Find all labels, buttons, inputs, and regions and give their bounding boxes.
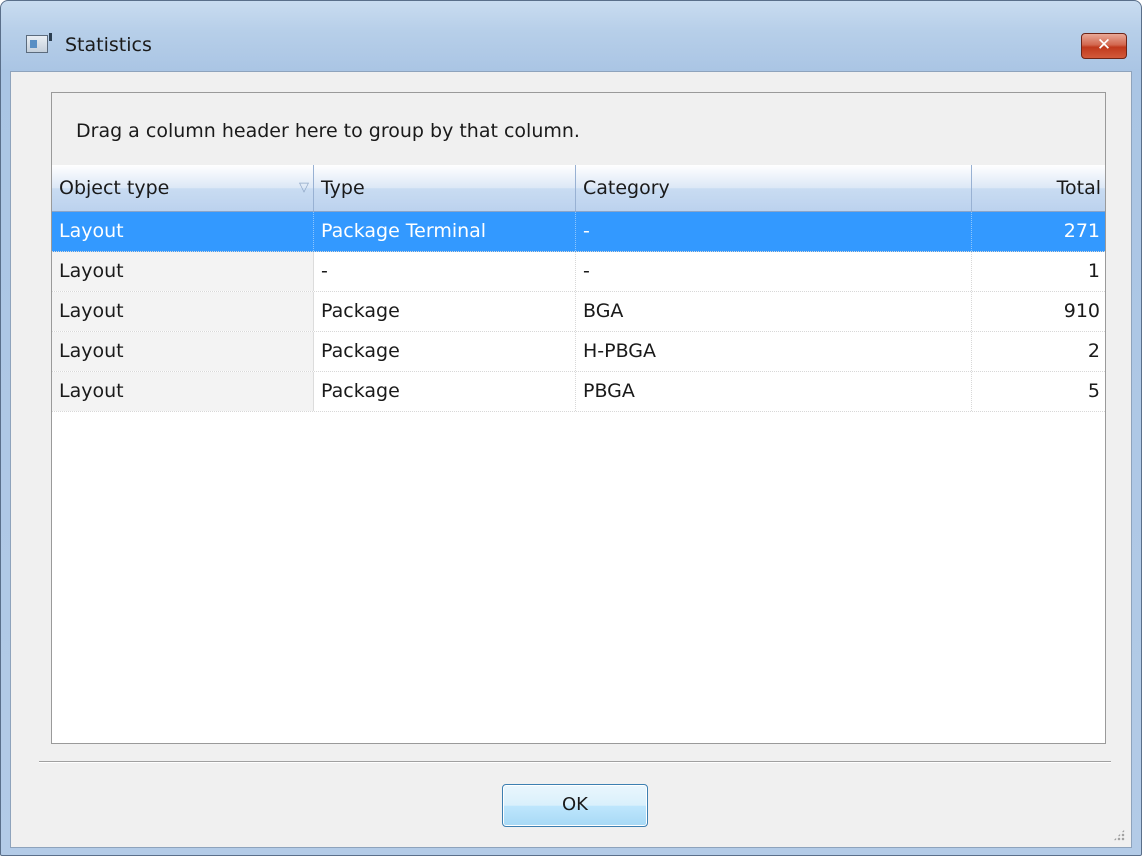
- cell-total[interactable]: 5: [972, 372, 1105, 411]
- cell-object-type[interactable]: Layout: [52, 332, 314, 371]
- table-row[interactable]: Layout Package H-PBGA 2: [52, 332, 1105, 372]
- table-row[interactable]: Layout Package Terminal - 271: [52, 212, 1105, 252]
- cell-type[interactable]: Package Terminal: [314, 212, 576, 251]
- statistics-window: Statistics ✕ Drag a column header here t…: [0, 0, 1142, 856]
- column-header-object-type[interactable]: Object type ▽: [52, 165, 314, 211]
- window-icon: [26, 33, 52, 53]
- resize-grip-icon[interactable]: [1113, 829, 1125, 841]
- grid-rows: Layout Package Terminal - 271 Layout - -…: [52, 212, 1105, 412]
- cell-category[interactable]: -: [576, 212, 972, 251]
- group-by-hint: Drag a column header here to group by th…: [76, 120, 580, 142]
- cell-category[interactable]: BGA: [576, 292, 972, 331]
- cell-type[interactable]: Package: [314, 372, 576, 411]
- column-header-total[interactable]: Total: [972, 165, 1105, 211]
- cell-category[interactable]: -: [576, 252, 972, 291]
- cell-total[interactable]: 271: [972, 212, 1105, 251]
- column-header-label: Object type: [59, 177, 170, 199]
- statistics-grid: Drag a column header here to group by th…: [51, 92, 1106, 744]
- close-button[interactable]: ✕: [1081, 33, 1127, 59]
- cell-total[interactable]: 910: [972, 292, 1105, 331]
- column-header-category[interactable]: Category: [576, 165, 972, 211]
- cell-category[interactable]: H-PBGA: [576, 332, 972, 371]
- column-header-type[interactable]: Type: [314, 165, 576, 211]
- column-header-row: Object type ▽ Type Category Total: [52, 165, 1105, 212]
- cell-type[interactable]: Package: [314, 292, 576, 331]
- table-row[interactable]: Layout Package BGA 910: [52, 292, 1105, 332]
- column-header-label: Type: [321, 177, 365, 199]
- cell-object-type[interactable]: Layout: [52, 292, 314, 331]
- cell-total[interactable]: 1: [972, 252, 1105, 291]
- ok-button[interactable]: OK: [502, 784, 648, 827]
- column-header-label: Category: [583, 177, 670, 199]
- footer-separator: [39, 761, 1111, 763]
- cell-type[interactable]: -: [314, 252, 576, 291]
- table-row[interactable]: Layout - - 1: [52, 252, 1105, 292]
- table-row[interactable]: Layout Package PBGA 5: [52, 372, 1105, 412]
- column-header-label: Total: [1056, 177, 1101, 199]
- cell-object-type[interactable]: Layout: [52, 372, 314, 411]
- sort-indicator-icon: ▽: [299, 180, 309, 195]
- cell-object-type[interactable]: Layout: [52, 252, 314, 291]
- cell-type[interactable]: Package: [314, 332, 576, 371]
- cell-total[interactable]: 2: [972, 332, 1105, 371]
- dialog-client-area: Drag a column header here to group by th…: [10, 71, 1132, 848]
- close-icon: ✕: [1096, 35, 1112, 55]
- cell-object-type[interactable]: Layout: [52, 212, 314, 251]
- window-title: Statistics: [65, 34, 152, 56]
- cell-category[interactable]: PBGA: [576, 372, 972, 411]
- title-bar[interactable]: Statistics ✕: [1, 1, 1141, 65]
- group-by-panel[interactable]: Drag a column header here to group by th…: [52, 93, 1105, 166]
